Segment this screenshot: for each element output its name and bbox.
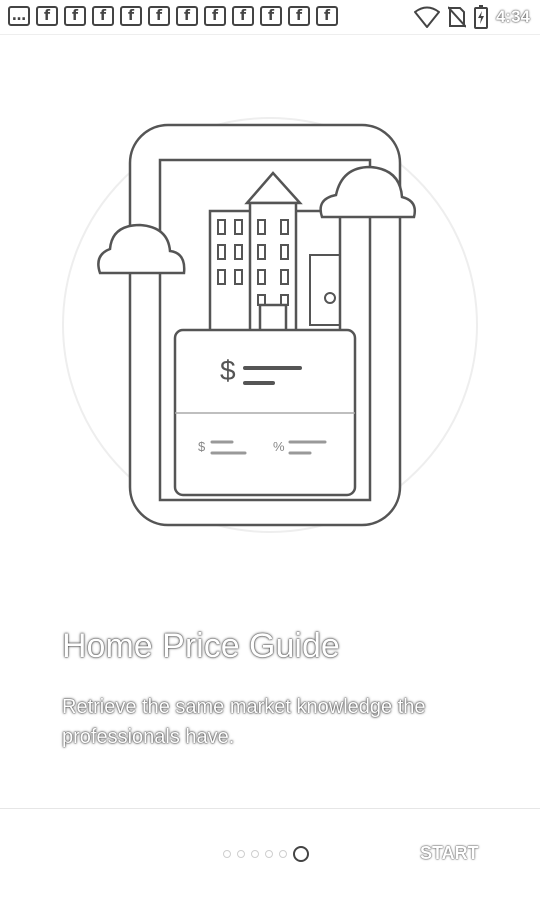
facebook-icon: f bbox=[176, 6, 198, 26]
page-dot[interactable] bbox=[223, 850, 231, 858]
percent-symbol: % bbox=[273, 439, 285, 454]
facebook-icon: f bbox=[64, 6, 86, 26]
facebook-icon: f bbox=[92, 6, 114, 26]
facebook-icon: f bbox=[120, 6, 142, 26]
onboarding-title: Home Price Guide bbox=[62, 627, 340, 665]
facebook-icon: f bbox=[36, 6, 58, 26]
small-dollar-symbol: $ bbox=[198, 439, 206, 454]
page-indicator bbox=[223, 846, 309, 862]
footer-divider bbox=[0, 808, 540, 809]
system-icons: 4:34 bbox=[413, 5, 530, 29]
home-price-illustration: $ $ % bbox=[62, 117, 478, 533]
page-dot[interactable] bbox=[251, 850, 259, 858]
page-dot[interactable] bbox=[237, 850, 245, 858]
facebook-icon: f bbox=[316, 6, 338, 26]
page-dot-active[interactable] bbox=[293, 846, 309, 862]
page-dot[interactable] bbox=[265, 850, 273, 858]
dollar-symbol: $ bbox=[220, 355, 236, 386]
status-bar: … f f f f f f f f f f f 4:34 bbox=[0, 0, 540, 35]
onboarding-description: Retrieve the same market knowledge the p… bbox=[62, 696, 426, 748]
notification-icons: … f f f f f f f f f f f bbox=[8, 6, 338, 26]
no-sim-icon bbox=[447, 6, 466, 28]
facebook-icon: f bbox=[148, 6, 170, 26]
start-button[interactable]: START bbox=[420, 843, 479, 864]
facebook-icon: f bbox=[288, 6, 310, 26]
page-dot[interactable] bbox=[279, 850, 287, 858]
battery-icon bbox=[473, 5, 488, 29]
message-icon: … bbox=[8, 6, 30, 26]
clock: 4:34 bbox=[495, 7, 530, 26]
facebook-icon: f bbox=[260, 6, 282, 26]
wifi-icon bbox=[413, 6, 440, 28]
facebook-icon: f bbox=[232, 6, 254, 26]
facebook-icon: f bbox=[204, 6, 226, 26]
